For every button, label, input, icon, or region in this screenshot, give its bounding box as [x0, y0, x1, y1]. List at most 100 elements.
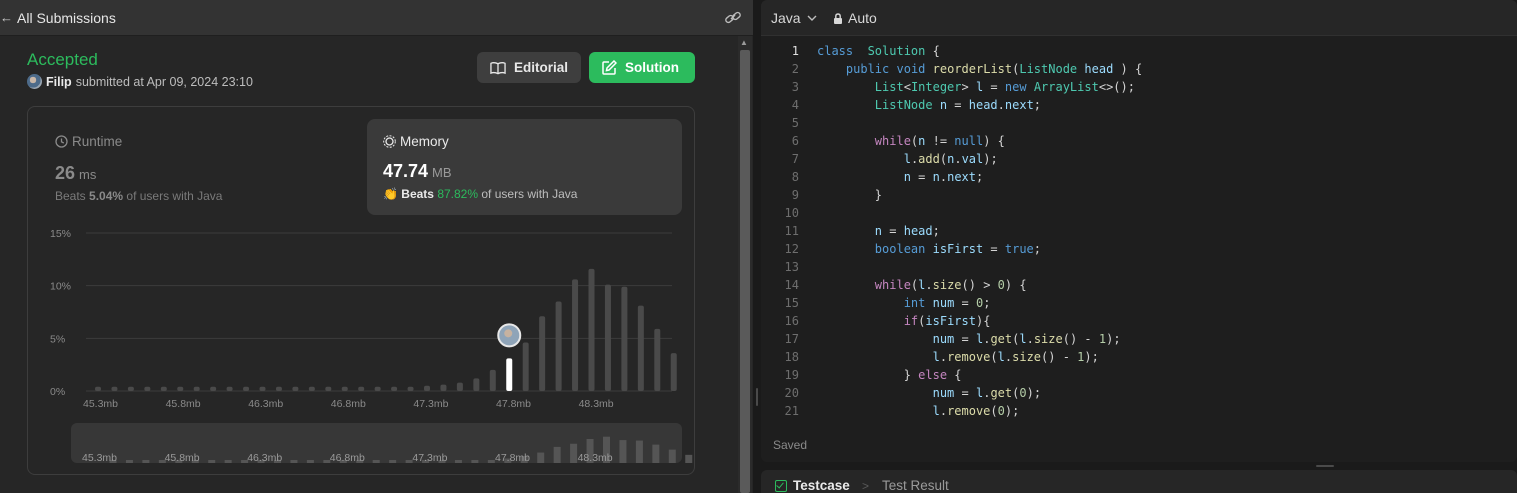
tab-test-result[interactable]: Test Result — [882, 478, 949, 493]
code-line[interactable]: 19 } else { — [761, 366, 1517, 384]
chart-bar[interactable] — [160, 386, 167, 391]
chart-bar[interactable] — [456, 382, 463, 391]
chart-bar[interactable] — [407, 386, 414, 391]
chart-bar[interactable] — [572, 279, 579, 391]
code-token: 0 — [997, 404, 1005, 418]
panel-divider[interactable] — [753, 0, 761, 493]
chart-bar[interactable] — [588, 268, 595, 391]
code-line[interactable]: 18 l.remove(l.size() - 1); — [761, 348, 1517, 366]
line-number: 13 — [784, 260, 799, 274]
chart-bar[interactable] — [144, 386, 151, 391]
code-token: ; — [983, 296, 991, 310]
code-line[interactable]: 8 n = n.next; — [761, 168, 1517, 186]
code-line[interactable]: 16 if(isFirst){ — [761, 312, 1517, 330]
chart-bar[interactable] — [374, 386, 381, 391]
x-tick-label: 47.3mb — [413, 398, 448, 410]
all-submissions-link[interactable]: All Submissions — [17, 10, 116, 26]
chart-bar[interactable] — [604, 284, 611, 391]
chart-bar[interactable] — [177, 386, 184, 391]
code-token: } — [817, 368, 919, 382]
code-token: ); — [983, 152, 998, 166]
chart-bar[interactable] — [424, 385, 430, 391]
code-line[interactable]: 20 num = l.get(0); — [761, 384, 1517, 402]
chart-bar[interactable] — [127, 386, 134, 391]
code-line[interactable]: 9 } — [761, 186, 1517, 204]
chart-bar[interactable] — [539, 316, 546, 391]
code-token: = — [954, 296, 976, 310]
link-icon[interactable] — [724, 10, 742, 26]
line-number: 14 — [784, 278, 799, 292]
auto-mode-label: Auto — [848, 10, 877, 26]
code-line[interactable]: 2 public void reorderList(ListNode head … — [761, 60, 1517, 78]
chart-bar[interactable] — [95, 386, 101, 391]
chart-bar[interactable] — [226, 386, 233, 391]
minimap-bar — [389, 460, 397, 463]
chart-bar[interactable] — [341, 386, 348, 391]
avatar[interactable] — [27, 74, 42, 89]
code-line[interactable]: 7 l.add(n.val); — [761, 150, 1517, 168]
chart-bar[interactable] — [259, 386, 266, 391]
code-area[interactable]: 1 class Solution {2 public void reorderLi… — [761, 42, 1517, 418]
chart-bar[interactable] — [210, 386, 217, 391]
memory-stat[interactable]: Memory 47.74 MB 👏 Beats 87.82% of users w… — [367, 119, 682, 215]
runtime-unit: ms — [79, 167, 97, 182]
code-line[interactable]: 13 — [761, 258, 1517, 276]
chart-bar[interactable] — [325, 386, 332, 391]
bottom-resize-bar[interactable] — [761, 462, 1517, 470]
saved-status: Saved — [773, 438, 808, 452]
divider-handle[interactable] — [756, 388, 758, 406]
runtime-stat[interactable]: Runtime 26 ms Beats 5.04% of users with J… — [55, 134, 222, 203]
chart-bar-highlight[interactable] — [506, 358, 513, 391]
chart-bar[interactable] — [243, 386, 250, 391]
chart-bar[interactable] — [555, 301, 562, 391]
editorial-button[interactable]: Editorial — [477, 52, 581, 83]
chart-bar[interactable] — [193, 386, 200, 391]
chart-bar[interactable] — [292, 386, 299, 391]
code-line[interactable]: 12 boolean isFirst = true; — [761, 240, 1517, 258]
chart-bar[interactable] — [637, 305, 644, 391]
chart-bar[interactable] — [670, 353, 677, 391]
code-line[interactable]: 14 while(l.size() > 0) { — [761, 276, 1517, 294]
scroll-up-icon[interactable]: ▲ — [740, 38, 748, 47]
code-line[interactable]: 1 class Solution { — [761, 42, 1517, 60]
chart-bar[interactable] — [489, 369, 496, 391]
memory-distribution-chart[interactable]: 15% 10% 5% 0% 45.3mb 45.8mb 46.3mb 46.8mb 47.3mb… — [40, 222, 700, 468]
line-number: 8 — [791, 170, 799, 184]
bottom-resize-handle[interactable] — [1316, 465, 1334, 467]
code-token: ); — [1084, 350, 1099, 364]
solution-button[interactable]: Solution — [589, 52, 695, 83]
chart-bar[interactable] — [440, 384, 447, 391]
chart-bar[interactable] — [391, 386, 398, 391]
scrollbar-thumb[interactable] — [740, 50, 750, 493]
code-line[interactable]: 15 int num = 0; — [761, 294, 1517, 312]
code-line[interactable]: 4 ListNode n = head.next; — [761, 96, 1517, 114]
arrow-left-icon[interactable]: ← — [0, 10, 13, 25]
code-text: while(n != null) { — [817, 134, 1005, 148]
code-line[interactable]: 5 — [761, 114, 1517, 132]
code-line[interactable]: 21 l.remove(0); — [761, 402, 1517, 420]
chart-bar[interactable] — [473, 378, 480, 391]
language-select[interactable]: Java — [771, 10, 817, 26]
code-token: = — [983, 242, 1005, 256]
code-token: . — [925, 278, 933, 292]
code-line[interactable]: 10 — [761, 204, 1517, 222]
chart-bar[interactable] — [621, 286, 628, 391]
code-line[interactable]: 6 while(n != null) { — [761, 132, 1517, 150]
code-token: get — [990, 332, 1013, 346]
chart-bar[interactable] — [111, 386, 118, 391]
chart-bar[interactable] — [275, 386, 282, 391]
submitter-name[interactable]: Filip — [46, 75, 72, 89]
chart-bar[interactable] — [358, 386, 365, 391]
code-line[interactable]: 17 num = l.get(l.size() - 1); — [761, 330, 1517, 348]
chart-bar[interactable] — [522, 342, 529, 391]
code-token: 0 — [997, 278, 1005, 292]
chart-bar[interactable] — [308, 386, 315, 391]
tab-testcase[interactable]: Testcase — [775, 478, 850, 493]
code-line[interactable]: 3 List<Integer> l = new ArrayList<>(); — [761, 78, 1517, 96]
line-number: 16 — [784, 314, 799, 328]
auto-mode-toggle[interactable]: Auto — [833, 10, 877, 26]
chart-bar[interactable] — [654, 328, 661, 391]
code-line[interactable]: 11 n = head; — [761, 222, 1517, 240]
